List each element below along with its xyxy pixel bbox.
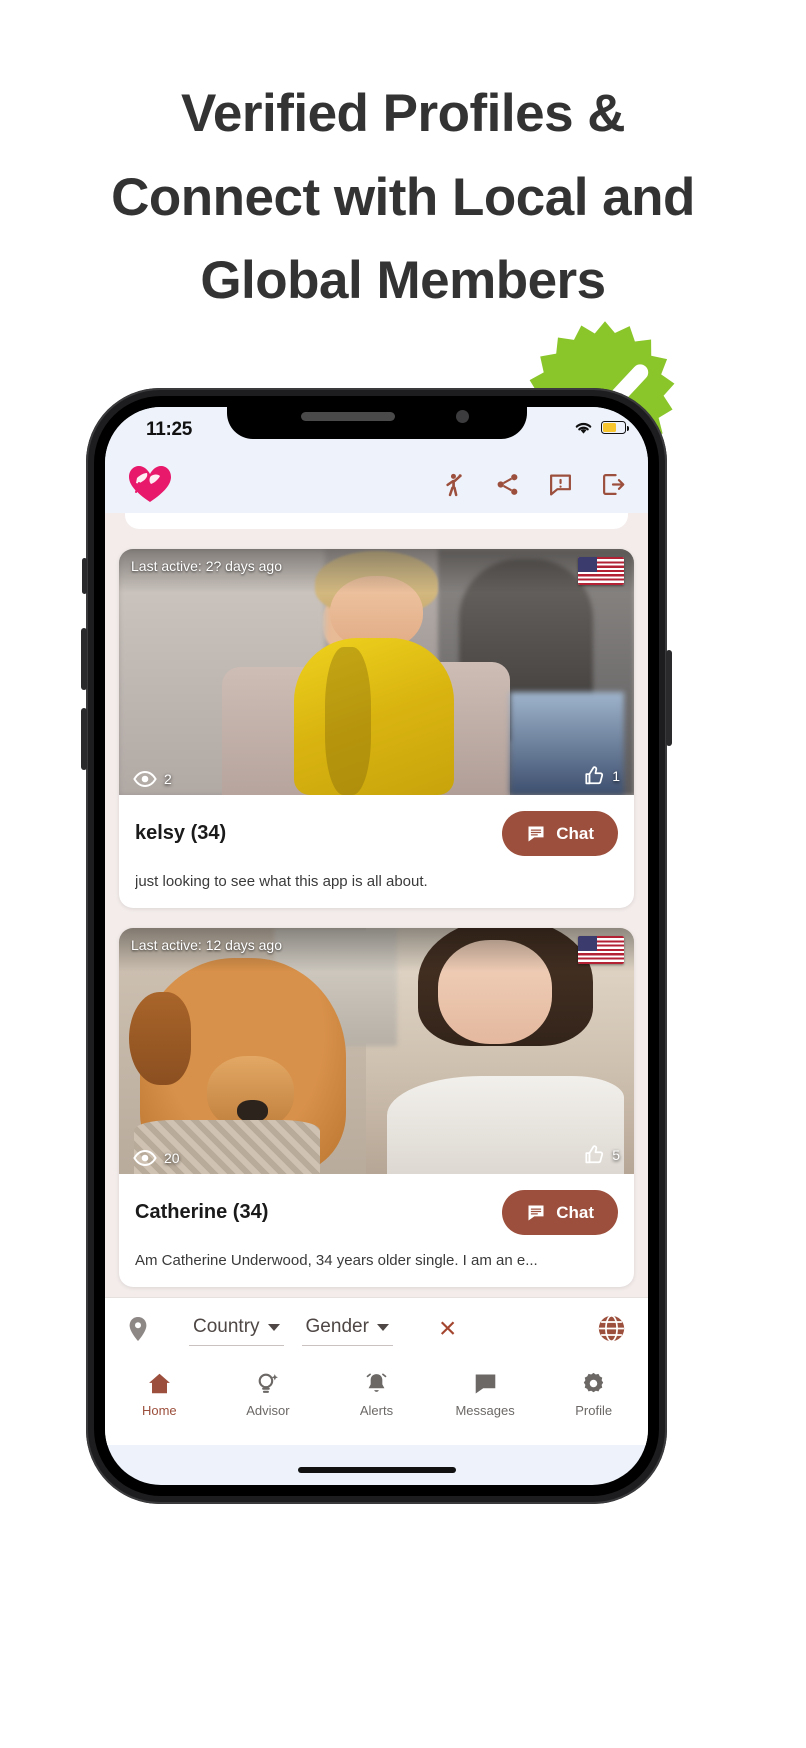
share-icon[interactable] <box>495 472 520 497</box>
wifi-icon <box>575 422 592 434</box>
chat-button-label: Chat <box>556 823 594 843</box>
volume-down-button[interactable] <box>81 708 87 770</box>
status-indicators <box>573 420 629 435</box>
gender-filter-dropdown[interactable]: Gender <box>301 1311 393 1346</box>
heart-hands-logo[interactable] <box>127 464 173 504</box>
profile-name-row: kelsy (34) Chat <box>135 811 618 856</box>
view-count: 20 <box>133 1150 180 1166</box>
thumbs-up-icon[interactable] <box>583 765 605 787</box>
nav-label-advisor: Advisor <box>246 1403 290 1418</box>
like-count-value: 1 <box>612 768 620 784</box>
advisor-bulb-icon <box>259 1373 279 1393</box>
profile-card-body: kelsy (34) Chat just looking to see what… <box>119 795 634 908</box>
profile-card[interactable]: Last active: 2? days ago 2 1 kelsy (34) … <box>119 549 634 908</box>
us-flag-icon <box>578 557 624 585</box>
chat-bubble-icon <box>528 1205 544 1220</box>
profile-card[interactable]: Last active: 12 days ago 20 5 Catherine … <box>119 928 634 1287</box>
headline-line-3: Global Members <box>200 251 606 311</box>
us-flag-icon <box>578 936 624 964</box>
page-title: Verified Profiles & Connect with Local a… <box>0 72 806 323</box>
like-count-value: 5 <box>612 1147 620 1163</box>
app-header <box>105 455 648 513</box>
profile-name-row: Catherine (34) Chat <box>135 1190 618 1235</box>
like-count: 1 <box>583 765 620 787</box>
profile-photo[interactable]: Last active: 2? days ago 2 1 <box>119 549 634 795</box>
country-filter-label: Country <box>193 1316 260 1337</box>
front-camera <box>455 410 469 423</box>
profile-bio: Am Catherine Underwood, 34 years older s… <box>135 1252 538 1269</box>
clear-filters-button[interactable]: × <box>439 1313 457 1344</box>
profile-photo[interactable]: Last active: 12 days ago 20 5 <box>119 928 634 1174</box>
thumbs-up-icon[interactable] <box>583 1144 605 1166</box>
person-waving-icon[interactable] <box>442 472 467 497</box>
nav-label-alerts: Alerts <box>359 1403 394 1418</box>
home-indicator[interactable] <box>297 1467 456 1473</box>
profile-bio: just looking to see what this app is all… <box>135 873 428 890</box>
nav-item-profile[interactable]: Profile <box>539 1371 648 1418</box>
globe-icon[interactable] <box>597 1314 626 1343</box>
mute-switch[interactable] <box>82 558 87 594</box>
bottom-navigation: Home Advisor Alerts Messages Profile <box>105 1359 648 1445</box>
phone-screen: 11:25 Last active: 2? days ago 2 1 kelsy… <box>105 407 648 1485</box>
nav-item-home[interactable]: Home <box>105 1371 214 1418</box>
chevron-down-icon <box>376 1323 389 1331</box>
volume-up-button[interactable] <box>81 628 87 690</box>
nav-item-alerts[interactable]: Alerts <box>322 1371 431 1418</box>
notch <box>226 407 527 439</box>
profile-card-body: Catherine (34) Chat Am Catherine Underwo… <box>119 1174 634 1287</box>
nav-item-messages[interactable]: Messages <box>431 1371 540 1418</box>
chat-button[interactable]: Chat <box>502 1190 618 1235</box>
last-active-label: Last active: 2? days ago <box>131 558 282 574</box>
profile-name: kelsy (34) <box>135 822 227 844</box>
nav-label-profile: Profile <box>575 1403 613 1418</box>
feedback-alert-icon[interactable] <box>548 472 573 497</box>
power-button[interactable] <box>666 650 672 746</box>
profile-feed[interactable]: Last active: 2? days ago 2 1 kelsy (34) … <box>105 513 648 1297</box>
nav-label-home: Home <box>141 1403 177 1418</box>
battery-icon <box>601 421 629 434</box>
eye-icon <box>133 1150 157 1166</box>
profile-name: Catherine (34) <box>135 1201 269 1223</box>
chat-button-label: Chat <box>556 1202 594 1222</box>
nav-label-messages: Messages <box>455 1403 515 1418</box>
view-count: 2 <box>133 771 172 787</box>
status-bar: 11:25 <box>105 407 648 455</box>
view-count-value: 20 <box>164 1150 180 1166</box>
gender-filter-label: Gender <box>305 1316 369 1337</box>
filter-bar: Country Gender × <box>105 1297 648 1359</box>
phone-mockup: 11:25 Last active: 2? days ago 2 1 kelsy… <box>81 388 672 1504</box>
chat-bubble-icon <box>528 826 544 841</box>
nav-item-advisor[interactable]: Advisor <box>214 1371 323 1418</box>
country-filter-dropdown[interactable]: Country <box>189 1311 284 1346</box>
headline-line-1: Verified Profiles & <box>180 84 626 143</box>
status-time: 11:25 <box>146 419 193 440</box>
like-count: 5 <box>583 1144 620 1166</box>
headline-line-2: Connect with Local and <box>111 167 695 227</box>
chat-button[interactable]: Chat <box>502 811 618 856</box>
eye-icon <box>133 771 157 787</box>
home-icon <box>148 1373 170 1394</box>
message-icon <box>475 1374 495 1394</box>
earpiece-speaker <box>300 412 395 421</box>
previous-card-stub <box>125 513 628 529</box>
view-count-value: 2 <box>164 771 172 787</box>
chevron-down-icon <box>267 1323 280 1331</box>
last-active-label: Last active: 12 days ago <box>131 937 282 953</box>
location-pin-icon[interactable] <box>127 1316 149 1342</box>
logout-icon[interactable] <box>601 472 626 497</box>
bell-icon <box>366 1373 387 1392</box>
header-actions <box>442 472 626 497</box>
gear-icon <box>583 1372 604 1393</box>
